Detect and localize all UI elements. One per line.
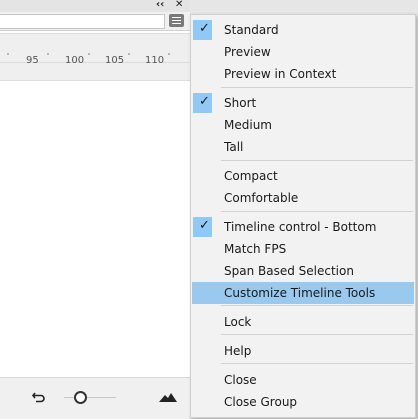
timeline-footer bbox=[0, 377, 190, 419]
ruler-label: 110 bbox=[145, 55, 165, 66]
menu-item[interactable]: Preview in Context bbox=[192, 63, 414, 85]
ruler-label: 100 bbox=[65, 55, 85, 66]
menu-separator bbox=[221, 363, 413, 364]
menu-item-label: Short bbox=[224, 96, 257, 110]
close-panel-icon[interactable]: ✕ bbox=[175, 0, 183, 11]
menu-item[interactable]: ✓ Short bbox=[192, 92, 414, 114]
ruler-tick bbox=[168, 53, 170, 55]
menu-item-label: Span Based Selection bbox=[224, 264, 354, 278]
panel-menu-icon[interactable] bbox=[169, 14, 184, 27]
collapse-panel-icon[interactable]: ‹‹ bbox=[156, 0, 164, 11]
menu-separator bbox=[221, 305, 413, 306]
menu-separator bbox=[221, 160, 413, 161]
zoom-slider-thumb[interactable] bbox=[74, 391, 87, 404]
menu-item[interactable]: Customize Timeline Tools bbox=[192, 282, 414, 304]
mountain-icon[interactable] bbox=[159, 391, 177, 403]
menu-item-label: Timeline control - Bottom bbox=[224, 220, 377, 234]
menu-item[interactable]: Lock bbox=[192, 311, 414, 333]
menu-item[interactable]: Medium bbox=[192, 114, 414, 136]
checkmark-icon: ✓ bbox=[193, 217, 212, 237]
ruler-label: 105 bbox=[105, 55, 125, 66]
timeline-ruler[interactable]: 95 100 105 110 bbox=[0, 33, 190, 81]
ruler-tick bbox=[88, 53, 90, 55]
menu-separator bbox=[221, 87, 413, 88]
menu-item-label: Medium bbox=[224, 118, 272, 132]
menu-item-label: Standard bbox=[224, 23, 279, 37]
menu-item[interactable]: Close bbox=[192, 369, 414, 391]
menu-item[interactable]: ✓ Standard bbox=[192, 19, 414, 41]
menu-item[interactable]: Preview bbox=[192, 41, 414, 63]
menu-item-label: Preview in Context bbox=[224, 67, 337, 81]
menu-item[interactable]: ✓ Timeline control - Bottom bbox=[192, 216, 414, 238]
menu-item[interactable]: Span Based Selection bbox=[192, 260, 414, 282]
menu-item-label: Lock bbox=[224, 315, 252, 329]
menu-item[interactable]: Tall bbox=[192, 136, 414, 158]
ruler-label: 95 bbox=[26, 55, 39, 66]
menu-item-label: Close bbox=[224, 373, 257, 387]
context-menu: ✓ Standard Preview Preview in Context ✓ Short… bbox=[190, 14, 416, 418]
ruler-tick bbox=[128, 53, 130, 55]
menu-separator bbox=[221, 211, 413, 212]
menu-item-label: Preview bbox=[224, 45, 271, 59]
menu-item-label: Help bbox=[224, 344, 252, 358]
menu-item[interactable]: Compact bbox=[192, 165, 414, 187]
timeline-panel: ‹‹ ✕ 95 100 105 110 bbox=[0, 0, 190, 419]
zoom-slider-track[interactable] bbox=[64, 397, 116, 398]
undo-icon[interactable] bbox=[32, 391, 46, 403]
menu-item-label: Tall bbox=[224, 140, 244, 154]
timeline-area[interactable]: 95 100 105 110 bbox=[0, 31, 190, 377]
menu-item-label: Comfortable bbox=[224, 191, 299, 205]
menu-item[interactable]: Help bbox=[192, 340, 414, 362]
menu-item-label: Match FPS bbox=[224, 242, 287, 256]
checkmark-icon: ✓ bbox=[193, 20, 212, 40]
menu-item[interactable]: Comfortable bbox=[192, 187, 414, 209]
panel-toolbar bbox=[0, 12, 190, 31]
menu-item-label: Compact bbox=[224, 169, 278, 183]
menu-item-label: Customize Timeline Tools bbox=[224, 286, 376, 300]
panel-title-bar: ‹‹ ✕ bbox=[0, 0, 190, 12]
ruler-tick bbox=[7, 53, 9, 55]
ruler-tick bbox=[47, 53, 49, 55]
menu-separator bbox=[221, 334, 413, 335]
panel-toolbar-field bbox=[0, 14, 165, 29]
menu-item-label: Close Group bbox=[224, 395, 298, 409]
checkmark-icon: ✓ bbox=[193, 93, 212, 113]
menu-item[interactable]: Close Group bbox=[192, 391, 414, 413]
menu-item[interactable]: Match FPS bbox=[192, 238, 414, 260]
